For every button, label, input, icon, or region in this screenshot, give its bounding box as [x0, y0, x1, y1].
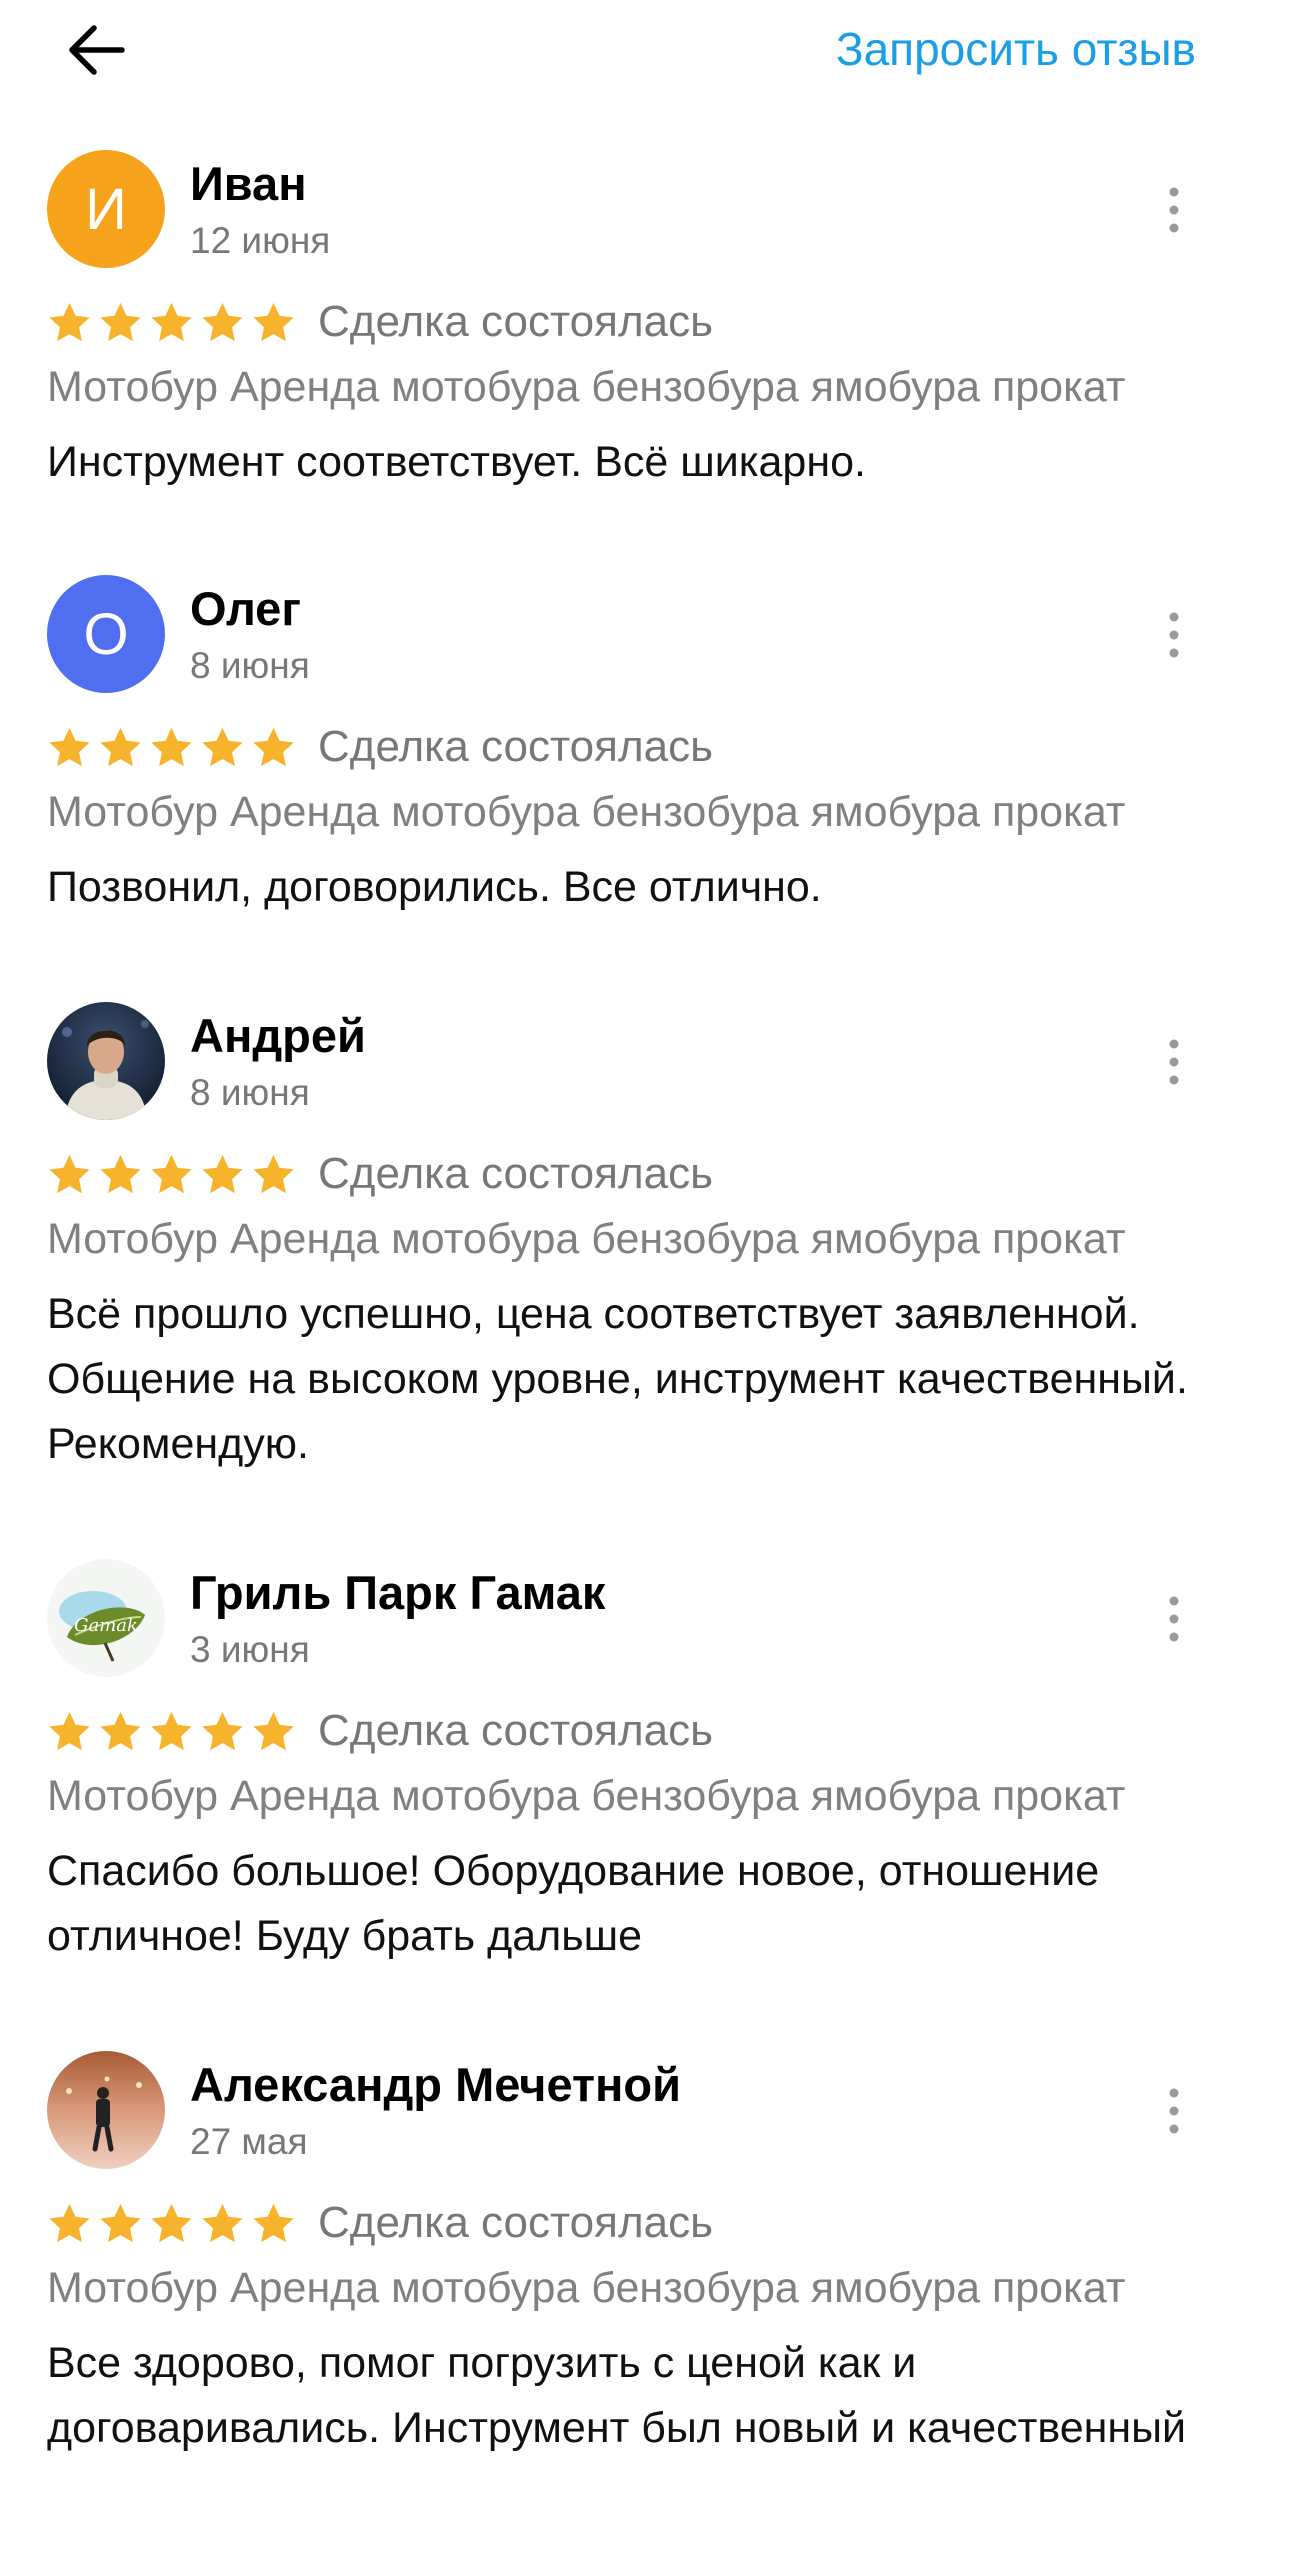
- deal-status: Сделка состоялась: [318, 722, 714, 771]
- review-text: Всё прошло успешно, цена соответствует з…: [47, 1290, 1188, 1468]
- more-options-button[interactable]: [1150, 611, 1198, 659]
- review-card: О Олег 8 июня Сделка состоялась Мотобур …: [0, 575, 1290, 955]
- author-name[interactable]: Иван: [190, 156, 307, 211]
- avatar[interactable]: Gamak: [47, 1559, 165, 1677]
- star-icon: [100, 1154, 141, 1193]
- review-text: Спасибо большое! Оборудование новое, отн…: [47, 1847, 1100, 1960]
- star-rating: [47, 1152, 296, 1197]
- back-button[interactable]: [60, 18, 132, 82]
- rating-row: Сделка состоялась: [47, 1149, 713, 1199]
- star-icon: [49, 1711, 90, 1750]
- star-rating: [47, 1709, 296, 1754]
- rating-row: Сделка состоялась: [47, 722, 713, 772]
- star-icon: [202, 302, 243, 341]
- review-date: 27 мая: [190, 2121, 308, 2162]
- more-options-button[interactable]: [1150, 1038, 1198, 1086]
- review-card: Андрей 8 июня Сделка состоялась Мотобур …: [0, 1002, 1290, 1502]
- ad-title-link[interactable]: Мотобур Аренда мотобура бензобура ямобур…: [47, 1215, 1126, 1264]
- author-name[interactable]: Андрей: [190, 1008, 366, 1063]
- avatar[interactable]: [47, 2051, 165, 2169]
- review-text: Все здорово, помог погрузить с ценой как…: [47, 2339, 1187, 2452]
- more-vertical-icon: [1169, 2088, 1179, 2134]
- review-date: 8 июня: [190, 645, 310, 686]
- avatar-logo: Gamak: [47, 1559, 165, 1677]
- avatar[interactable]: [47, 1002, 165, 1120]
- more-vertical-icon: [1169, 1596, 1179, 1642]
- star-icon: [253, 302, 294, 341]
- star-icon: [151, 2203, 192, 2242]
- star-icon: [151, 1154, 192, 1193]
- more-vertical-icon: [1169, 187, 1179, 233]
- request-review-link[interactable]: Запросить отзыв: [836, 22, 1196, 76]
- rating-row: Сделка состоялась: [47, 297, 713, 347]
- ad-title-link[interactable]: Мотобур Аренда мотобура бензобура ямобур…: [47, 1772, 1126, 1821]
- star-icon: [151, 1711, 192, 1750]
- review-card: Александр Мечетной 27 мая Сделка состоял…: [0, 2051, 1290, 2564]
- deal-status: Сделка состоялась: [318, 297, 714, 346]
- deal-status: Сделка состоялась: [318, 2198, 714, 2247]
- more-options-button[interactable]: [1150, 1595, 1198, 1643]
- star-icon: [100, 2203, 141, 2242]
- svg-text:Gamak: Gamak: [74, 1615, 138, 1636]
- avatar[interactable]: О: [47, 575, 165, 693]
- star-icon: [100, 1711, 141, 1750]
- star-rating: [47, 2201, 296, 2246]
- star-icon: [100, 727, 141, 766]
- review-text: Инструмент соответствует. Всё шикарно.: [47, 438, 866, 486]
- avatar-initial: И: [85, 176, 127, 242]
- star-icon: [202, 2203, 243, 2242]
- star-icon: [202, 727, 243, 766]
- author-name[interactable]: Олег: [190, 581, 301, 636]
- ad-title-link[interactable]: Мотобур Аренда мотобура бензобура ямобур…: [47, 363, 1126, 412]
- star-icon: [253, 727, 294, 766]
- rating-row: Сделка состоялась: [47, 2198, 713, 2248]
- star-rating: [47, 725, 296, 770]
- star-icon: [151, 727, 192, 766]
- star-rating: [47, 300, 296, 345]
- more-options-button[interactable]: [1150, 2087, 1198, 2135]
- deal-status: Сделка состоялась: [318, 1149, 714, 1198]
- arrow-left-icon: [69, 25, 125, 75]
- author-name[interactable]: Александр Мечетной: [190, 2057, 681, 2112]
- star-icon: [253, 1711, 294, 1750]
- star-icon: [49, 1154, 90, 1193]
- ad-title-link[interactable]: Мотобур Аренда мотобура бензобура ямобур…: [47, 2264, 1126, 2313]
- more-options-button[interactable]: [1150, 186, 1198, 234]
- review-date: 8 июня: [190, 1072, 310, 1113]
- review-card: И Иван 12 июня Сделка состоялась Мотобур…: [0, 150, 1290, 530]
- avatar-initial: О: [83, 601, 129, 667]
- star-icon: [253, 2203, 294, 2242]
- review-date: 12 июня: [190, 220, 331, 261]
- review-card: Gamak Гриль Парк Гамак 3 июня Сделка сос…: [0, 1559, 1290, 1999]
- star-icon: [202, 1154, 243, 1193]
- ad-title-link[interactable]: Мотобур Аренда мотобура бензобура ямобур…: [47, 788, 1126, 837]
- star-icon: [49, 302, 90, 341]
- avatar-photo: [47, 2051, 165, 2169]
- review-date: 3 июня: [190, 1629, 310, 1670]
- author-name[interactable]: Гриль Парк Гамак: [190, 1565, 605, 1620]
- avatar-photo: [47, 1002, 165, 1120]
- star-icon: [151, 302, 192, 341]
- more-vertical-icon: [1169, 1039, 1179, 1085]
- rating-row: Сделка состоялась: [47, 1706, 713, 1756]
- star-icon: [253, 1154, 294, 1193]
- review-text: Позвонил, договорились. Все отлично.: [47, 863, 822, 911]
- more-vertical-icon: [1169, 612, 1179, 658]
- avatar[interactable]: И: [47, 150, 165, 268]
- star-icon: [49, 2203, 90, 2242]
- deal-status: Сделка состоялась: [318, 1706, 714, 1755]
- star-icon: [49, 727, 90, 766]
- star-icon: [100, 302, 141, 341]
- star-icon: [202, 1711, 243, 1750]
- top-bar: Запросить отзыв: [0, 0, 1290, 110]
